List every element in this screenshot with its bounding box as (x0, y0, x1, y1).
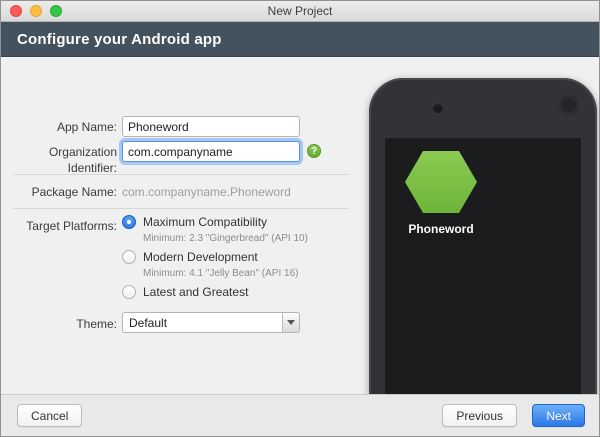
radio-label: Modern Development (143, 250, 258, 264)
new-project-window: New Project Configure your Android app A… (0, 0, 600, 437)
radio-label: Latest and Greatest (143, 285, 248, 299)
app-name-input[interactable] (122, 116, 300, 137)
divider (13, 208, 349, 209)
titlebar: New Project (1, 1, 599, 22)
radio-latest-and-greatest[interactable]: Latest and Greatest (122, 285, 248, 299)
phone-app-name: Phoneword (385, 222, 497, 236)
wizard-header: Configure your Android app (1, 22, 599, 57)
close-window-icon[interactable] (10, 5, 22, 17)
radio-description: Minimum: 2.3 "Gingerbread" (API 10) (143, 233, 308, 244)
zoom-window-icon[interactable] (50, 5, 62, 17)
page-title: Configure your Android app (17, 31, 222, 48)
window-controls (10, 5, 62, 17)
help-icon[interactable]: ? (307, 144, 321, 158)
theme-dropdown[interactable]: Default (122, 312, 300, 333)
chevron-down-icon (287, 320, 295, 325)
radio-description: Minimum: 4.1 "Jelly Bean" (API 16) (143, 268, 299, 279)
organization-identifier-label: Organization Identifier: (5, 144, 117, 176)
window-title: New Project (1, 1, 599, 21)
package-name-label: Package Name: (5, 184, 117, 200)
radio-unselected-icon[interactable] (122, 285, 136, 299)
package-name-value: com.companyname.Phoneword (122, 184, 291, 200)
dropdown-button[interactable] (282, 313, 299, 332)
minimize-window-icon[interactable] (30, 5, 42, 17)
radio-modern-development[interactable]: Modern Development (122, 250, 258, 264)
theme-label: Theme: (5, 316, 117, 332)
radio-selected-icon[interactable] (122, 215, 136, 229)
organization-identifier-input[interactable] (122, 141, 300, 162)
cancel-button[interactable]: Cancel (17, 404, 82, 427)
radio-maximum-compatibility[interactable]: Maximum Compatibility (122, 215, 267, 229)
next-button[interactable]: Next (532, 404, 585, 427)
radio-unselected-icon[interactable] (122, 250, 136, 264)
target-platforms-label: Target Platforms: (5, 218, 117, 234)
android-app-hexagon-icon (405, 151, 477, 213)
front-camera-large-icon (559, 95, 579, 115)
radio-label: Maximum Compatibility (143, 215, 267, 229)
wizard-content: App Name: Organization Identifier: ? Pac… (1, 58, 599, 394)
theme-dropdown-value: Default (123, 316, 282, 330)
front-camera-small-icon (433, 103, 443, 113)
phone-screen: Phoneword (385, 138, 581, 394)
divider (13, 174, 349, 175)
previous-button[interactable]: Previous (442, 404, 517, 427)
app-name-label: App Name: (5, 119, 117, 135)
phone-preview: Phoneword (369, 78, 597, 394)
wizard-footer: Cancel Previous Next (1, 394, 599, 436)
